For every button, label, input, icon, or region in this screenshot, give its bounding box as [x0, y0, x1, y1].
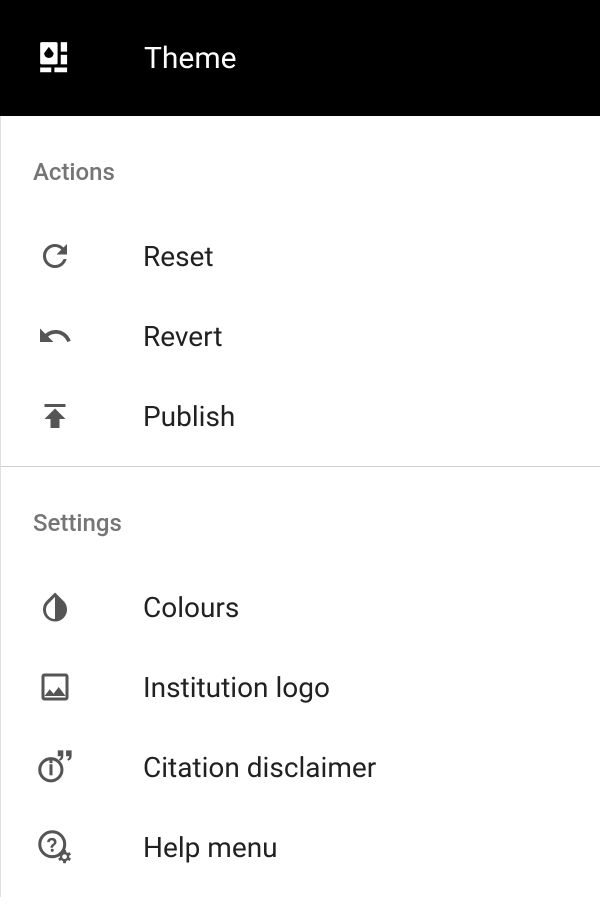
help-menu-label: Help menu — [143, 831, 278, 864]
colours-item[interactable]: Colours — [1, 567, 600, 647]
page-title: Theme — [144, 41, 237, 76]
citation-icon — [35, 747, 75, 787]
content: Actions Reset Revert Publ — [0, 116, 600, 897]
settings-section: Settings Colours Institution logo — [1, 466, 600, 897]
publish-item[interactable]: Publish — [1, 376, 600, 456]
header: Theme — [0, 0, 600, 116]
revert-label: Revert — [143, 320, 223, 353]
revert-item[interactable]: Revert — [1, 296, 600, 376]
actions-section: Actions Reset Revert Publ — [1, 116, 600, 466]
help-menu-item[interactable]: Help menu — [1, 807, 600, 887]
citation-disclaimer-label: Citation disclaimer — [143, 751, 376, 784]
revert-icon — [35, 316, 75, 356]
citation-disclaimer-item[interactable]: Citation disclaimer — [1, 727, 600, 807]
image-icon — [35, 667, 75, 707]
publish-label: Publish — [143, 400, 235, 433]
colours-label: Colours — [143, 591, 239, 624]
colours-icon — [35, 587, 75, 627]
publish-icon — [35, 396, 75, 436]
actions-header: Actions — [1, 158, 600, 216]
reset-label: Reset — [143, 240, 214, 273]
reset-icon — [35, 236, 75, 276]
theme-icon — [36, 38, 76, 78]
settings-header: Settings — [1, 509, 600, 567]
institution-logo-label: Institution logo — [143, 671, 330, 704]
help-settings-icon — [35, 827, 75, 867]
institution-logo-item[interactable]: Institution logo — [1, 647, 600, 727]
reset-item[interactable]: Reset — [1, 216, 600, 296]
